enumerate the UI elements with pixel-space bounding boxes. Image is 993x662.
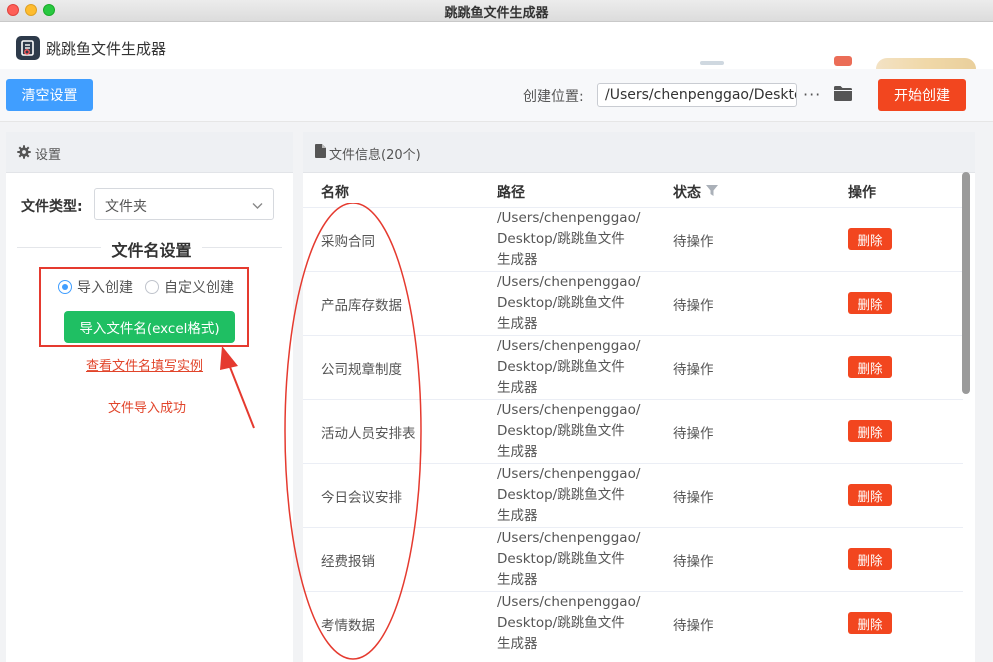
chevron-down-icon <box>252 199 263 214</box>
app-header: 跳跳鱼文件生成器 <box>0 22 993 80</box>
settings-panel-title: 设置 <box>35 148 62 163</box>
clear-settings-button[interactable]: 清空设置 <box>6 79 93 111</box>
file-info-header: 文件信息(20个) <box>303 132 975 173</box>
start-create-button[interactable]: 开始创建 <box>878 79 966 111</box>
delete-button[interactable]: 删除 <box>848 612 892 634</box>
column-header-action: 操作 <box>848 185 876 201</box>
import-filenames-button[interactable]: 导入文件名(excel格式) <box>64 311 235 343</box>
column-header-path[interactable]: 路径 <box>497 182 525 202</box>
file-status-cell: 待操作 <box>673 362 714 378</box>
location-label: 创建位置: <box>523 89 584 105</box>
import-status-text: 文件导入成功 <box>108 401 187 416</box>
delete-button[interactable]: 删除 <box>848 292 892 314</box>
divider <box>202 247 282 248</box>
settings-panel: 设置 文件类型: 文件夹 文件名设置 导入创建 自定义创建 导入文件名(exce… <box>6 132 293 662</box>
annotation-ellipse <box>284 203 422 660</box>
blurred-element <box>834 56 852 66</box>
file-path-cell: /Users/chenpenggao/Desktop/跳跳鱼文件 生成器 <box>497 402 641 460</box>
document-icon <box>315 144 326 162</box>
gear-icon <box>17 145 31 163</box>
column-header-name[interactable]: 名称 <box>321 182 349 202</box>
filename-settings-title: 文件名设置 <box>111 241 192 260</box>
column-header-status[interactable]: 状态 <box>673 182 701 202</box>
divider <box>17 247 101 248</box>
radio-dot <box>145 280 159 294</box>
file-status-cell: 待操作 <box>673 490 714 506</box>
delete-button[interactable]: 删除 <box>848 548 892 570</box>
table-scrollbar[interactable] <box>962 172 970 394</box>
location-input[interactable]: /Users/chenpenggao/Desktop <box>597 83 797 107</box>
file-path-cell: /Users/chenpenggao/Desktop/跳跳鱼文件 生成器 <box>497 210 641 268</box>
delete-button[interactable]: 删除 <box>848 420 892 442</box>
radio-dot-selected <box>58 280 72 294</box>
file-status-cell: 待操作 <box>673 426 714 442</box>
file-status-cell: 待操作 <box>673 234 714 250</box>
file-path-cell: /Users/chenpenggao/Desktop/跳跳鱼文件 生成器 <box>497 594 641 652</box>
radio-label: 自定义创建 <box>164 280 234 296</box>
annotation-arrow <box>220 346 255 429</box>
file-status-cell: 待操作 <box>673 298 714 314</box>
window-title: 跳跳鱼文件生成器 <box>444 6 549 21</box>
more-icon[interactable]: ··· <box>803 85 821 104</box>
file-path-cell: /Users/chenpenggao/Desktop/跳跳鱼文件 生成器 <box>497 530 641 588</box>
radio-custom-create[interactable]: 自定义创建 <box>145 277 234 297</box>
file-status-cell: 待操作 <box>673 618 714 634</box>
file-info-title: 文件信息(20个) <box>329 148 421 163</box>
file-type-label: 文件类型: <box>21 199 83 215</box>
example-link[interactable]: 查看文件名填写实例 <box>86 355 203 374</box>
delete-button[interactable]: 删除 <box>848 228 892 250</box>
folder-icon[interactable] <box>833 85 853 106</box>
radio-label: 导入创建 <box>77 280 133 296</box>
file-path-cell: /Users/chenpenggao/Desktop/跳跳鱼文件 生成器 <box>497 274 641 332</box>
radio-import-create[interactable]: 导入创建 <box>58 277 133 297</box>
app-logo-icon <box>16 36 40 60</box>
delete-button[interactable]: 删除 <box>848 356 892 378</box>
settings-panel-header: 设置 <box>6 132 293 173</box>
file-type-value: 文件夹 <box>105 199 147 215</box>
file-status-cell: 待操作 <box>673 554 714 570</box>
delete-button[interactable]: 删除 <box>848 484 892 506</box>
toolbar: 清空设置 创建位置: /Users/chenpenggao/Desktop ··… <box>0 69 993 122</box>
app-name: 跳跳鱼文件生成器 <box>46 40 167 58</box>
file-type-select[interactable]: 文件夹 <box>94 188 274 220</box>
file-path-cell: /Users/chenpenggao/Desktop/跳跳鱼文件 生成器 <box>497 466 641 524</box>
blurred-element <box>700 61 724 65</box>
filter-icon[interactable] <box>706 185 718 200</box>
file-path-cell: /Users/chenpenggao/Desktop/跳跳鱼文件 生成器 <box>497 338 641 396</box>
window-titlebar: 跳跳鱼文件生成器 <box>0 0 993 22</box>
